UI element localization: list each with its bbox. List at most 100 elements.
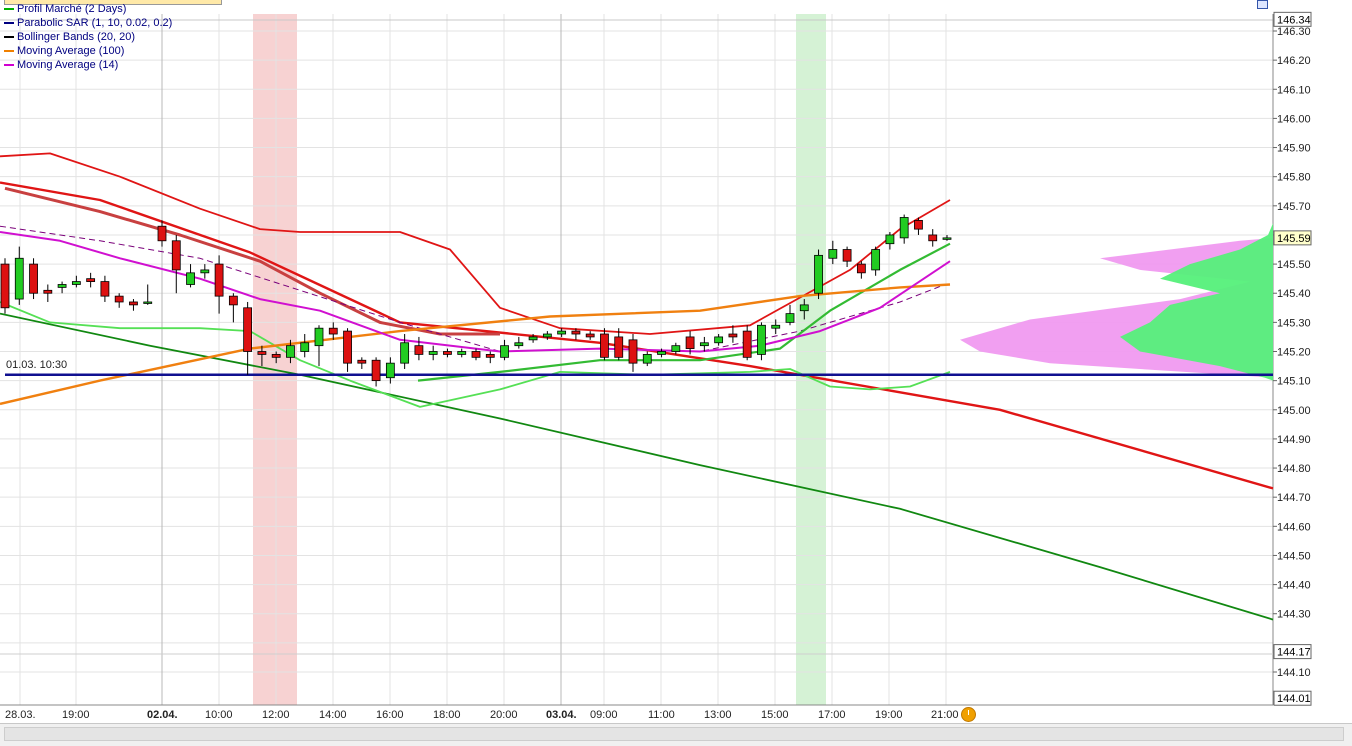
candle-body[interactable] [585,333,595,338]
y-tick-label: 146.00 [1277,113,1311,125]
legend-item-ma100[interactable]: Moving Average (100) [4,44,172,58]
x-tick-label: 16:00 [376,709,404,721]
legend-swatch-icon [4,64,14,66]
candle-body[interactable] [29,263,38,294]
candle-body[interactable] [457,351,467,355]
candle-body[interactable] [785,313,795,323]
candle-body[interactable] [814,254,823,294]
candle-body[interactable] [71,281,81,285]
candle-body[interactable] [571,330,581,335]
candle-body[interactable] [685,336,695,349]
candle-body[interactable] [214,263,224,297]
candle-body[interactable] [557,330,567,335]
candle-body[interactable] [614,336,624,358]
candle-body[interactable] [171,240,181,271]
x-tick-label: 15:00 [761,709,789,721]
candle-body[interactable] [471,351,481,358]
candle-body[interactable] [871,249,881,271]
x-tick-label: 03.04. [546,709,577,721]
candle-body[interactable] [500,345,509,358]
candle-body[interactable] [485,354,495,358]
candle-body[interactable] [799,304,809,312]
candle-body[interactable] [228,295,238,306]
candle-body[interactable] [114,295,124,303]
candle-body[interactable] [371,359,381,382]
candle-body[interactable] [757,324,766,355]
candle-body[interactable] [157,225,167,242]
candle-body[interactable] [828,249,838,259]
candle-body[interactable] [842,249,852,262]
candle-body[interactable] [428,351,438,355]
candle-body[interactable] [771,324,781,329]
legend-item-parabolic-sar[interactable]: Parabolic SAR (1, 10, 0.02, 0.2) [4,16,172,30]
candle-body[interactable] [328,327,338,335]
candle-body[interactable] [100,281,110,297]
x-tick-label: 14:00 [319,709,347,721]
price-marker-label: 144.17 [1277,647,1311,659]
candle-body[interactable] [942,237,952,240]
candle-body[interactable] [129,301,138,306]
candle-body[interactable] [885,234,895,245]
candle-body[interactable] [671,345,681,352]
candle-body[interactable] [899,217,909,239]
candle-body[interactable] [385,362,395,379]
legend-swatch-icon [4,22,14,24]
price-chart[interactable]: 01.03. 10:30 146.30 146.20 146.10 146.00 145.… [0,0,1352,745]
candle-body[interactable] [271,354,281,358]
candle-body[interactable] [742,330,752,358]
y-tick-label: 144.30 [1277,609,1311,621]
candle-body[interactable] [286,345,295,358]
x-tick-label: 19:00 [875,709,903,721]
candle-body[interactable] [357,359,367,364]
candle-body[interactable] [57,284,67,288]
x-tick-label: 10:00 [205,709,233,721]
candle-body[interactable] [914,219,923,230]
candle-body[interactable] [628,339,638,364]
legend-label: Moving Average (100) [17,45,125,57]
candle-body[interactable] [86,278,96,282]
legend-item-ma14[interactable]: Moving Average (14) [4,58,172,72]
candle-body[interactable] [642,354,652,364]
y-tick-label: 145.20 [1277,347,1311,359]
x-tick-label: 02.04. [147,709,178,721]
candle-body[interactable] [14,257,24,300]
scrollbar-track[interactable] [4,727,1344,741]
legend-item-bollinger[interactable]: Bollinger Bands (20, 20) [4,30,172,44]
candle-body[interactable] [657,351,666,355]
candle-body[interactable] [314,327,324,347]
clock-icon[interactable] [961,707,976,722]
x-tick-label: 28.03. [5,709,36,721]
candle-body[interactable] [300,342,310,352]
y-tick-label: 145.50 [1277,259,1311,271]
candle-body[interactable] [400,342,410,364]
candle-body[interactable] [699,342,709,347]
x-tick-label: 12:00 [262,709,290,721]
candle-body[interactable] [856,263,866,274]
candle-body[interactable] [186,272,195,285]
candle-body[interactable] [200,269,210,274]
candle-body[interactable] [143,301,153,304]
candle-body[interactable] [443,351,452,355]
x-tick-label: 11:00 [648,709,675,721]
horizontal-scrollbar[interactable] [0,723,1352,746]
candle-body[interactable] [528,336,538,341]
y-tick-label: 145.00 [1277,405,1311,417]
legend-item-profile[interactable]: Profil Marché (2 Days) [4,2,172,16]
candle-body[interactable] [542,333,552,338]
x-tick-label: 17:00 [818,709,846,721]
candle-body[interactable] [43,289,53,294]
candle-body[interactable] [0,263,10,309]
candle-body[interactable] [514,342,524,347]
y-tick-label: 144.50 [1277,550,1311,562]
legend-label: Profil Marché (2 Days) [17,3,127,15]
candle-body[interactable] [257,351,267,355]
candle-body[interactable] [343,330,352,364]
candle-body[interactable] [714,336,724,344]
candle-body[interactable] [728,333,738,338]
candle-body[interactable] [600,333,609,358]
candle-body[interactable] [414,345,424,355]
candle-body[interactable] [243,307,253,352]
chart-settings-icon[interactable] [1257,0,1268,9]
candle-body[interactable] [928,234,938,242]
y-tick-label: 144.10 [1277,667,1311,679]
